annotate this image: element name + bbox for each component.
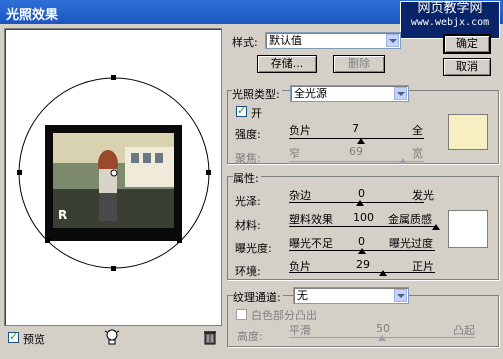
height-value: 50 <box>376 322 390 335</box>
intensity-slider-thumb[interactable] <box>357 138 365 144</box>
exposure-value: 0 <box>358 235 365 248</box>
height-slider-thumb[interactable] <box>378 335 386 341</box>
height-min-label: 平滑 <box>289 324 311 337</box>
ambience-value: 29 <box>356 258 370 271</box>
dialog-title: 光照效果 <box>6 8 59 23</box>
exposure-min-label: 曝光不足 <box>289 237 333 250</box>
gloss-slider-thumb[interactable] <box>356 200 364 206</box>
intensity-label: 强度: <box>235 128 261 141</box>
chevron-down-icon <box>394 87 407 100</box>
handle-left[interactable] <box>17 170 22 175</box>
intensity-value: 7 <box>352 122 359 135</box>
ambience-slider-track[interactable] <box>289 272 435 273</box>
material-max-label: 金属质感 <box>388 213 432 226</box>
delete-button[interactable]: 删除 <box>333 55 385 73</box>
ambience-label: 环境: <box>235 265 261 278</box>
photo-train-window <box>131 153 139 163</box>
intensity-min-label: 负片 <box>289 124 311 137</box>
style-label: 样式: <box>232 36 258 49</box>
light-color-swatch[interactable] <box>448 114 488 150</box>
handle-top[interactable] <box>111 75 116 80</box>
gloss-min-label: 杂边 <box>289 189 311 202</box>
height-max-label: 凸起 <box>453 324 475 337</box>
preview-canvas[interactable]: R <box>5 29 221 325</box>
material-slider-thumb[interactable] <box>432 224 440 230</box>
handle-bottom-right[interactable] <box>177 238 182 243</box>
gloss-value: 0 <box>358 187 365 200</box>
handle-right[interactable] <box>206 170 211 175</box>
exposure-label: 曝光度: <box>235 242 272 255</box>
ambient-color-swatch[interactable] <box>448 210 488 248</box>
preview-panel[interactable]: R <box>4 28 222 326</box>
exposure-slider-thumb[interactable] <box>358 248 366 254</box>
preview-label: 预览 <box>23 333 45 346</box>
gloss-label: 光泽: <box>235 195 261 208</box>
photo-train-window <box>143 153 151 163</box>
gloss-max-label: 发光 <box>412 189 434 202</box>
focus-min-label: 窄 <box>289 147 300 160</box>
watermark-line2: www.webjx.com <box>410 17 490 28</box>
white-high-label: 白色部分凸出 <box>251 309 317 322</box>
light-on-label: 开 <box>251 107 262 120</box>
material-min-label: 塑料效果 <box>289 213 333 226</box>
preview-checkbox[interactable] <box>8 330 19 343</box>
intensity-max-label: 全 <box>412 124 423 137</box>
light-bulb-icon[interactable] <box>104 328 120 346</box>
light-type-label: 光照类型: <box>232 86 282 102</box>
watermark-line1: 网页教学网 <box>417 1 483 16</box>
save-button[interactable]: 存储... <box>257 55 317 73</box>
light-on-checkbox[interactable] <box>236 104 247 117</box>
ambience-slider-thumb[interactable] <box>379 270 387 276</box>
trash-icon[interactable] <box>203 329 217 345</box>
focus-max-label: 宽 <box>412 147 423 160</box>
style-select[interactable]: 默认值 <box>265 32 401 49</box>
focus-slider-thumb[interactable] <box>399 158 407 164</box>
chevron-down-icon <box>386 34 399 47</box>
properties-label: 属性: <box>233 170 261 186</box>
focus-value: 69 <box>349 145 363 158</box>
white-high-checkbox[interactable] <box>236 309 247 320</box>
texture-channel-select[interactable]: 无 <box>293 287 409 304</box>
light-type-select[interactable]: 全光源 <box>290 85 409 102</box>
material-slider-track[interactable] <box>289 226 435 227</box>
exposure-max-label: 曝光过度 <box>389 237 433 250</box>
photo-person-legs <box>99 193 117 221</box>
chevron-down-icon <box>394 289 407 302</box>
light-center-handle[interactable] <box>110 169 118 177</box>
material-label: 材料: <box>235 219 261 232</box>
texture-channel-select-value: 无 <box>297 289 308 302</box>
photo-train-window <box>155 153 163 163</box>
handle-bottom-left[interactable] <box>45 238 50 243</box>
focus-label: 聚焦: <box>235 152 261 165</box>
photo-letter: R <box>58 208 67 222</box>
height-label: 高度: <box>237 330 263 343</box>
style-select-value: 默认值 <box>269 34 302 47</box>
material-value: 100 <box>353 211 374 224</box>
light-type-select-value: 全光源 <box>294 87 327 100</box>
texture-channel-label: 纹理通道: <box>233 289 283 305</box>
ok-button[interactable]: 确定 <box>443 34 491 54</box>
cancel-button[interactable]: 取消 <box>443 58 491 76</box>
handle-bottom[interactable] <box>111 266 116 271</box>
